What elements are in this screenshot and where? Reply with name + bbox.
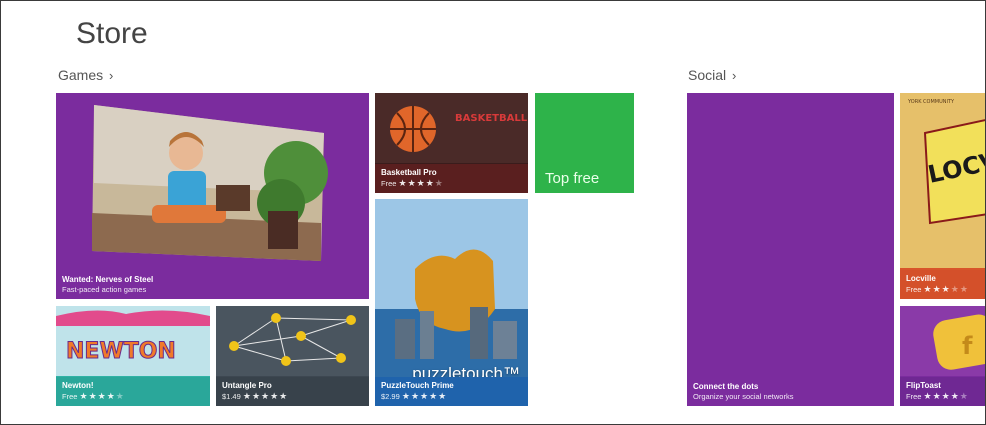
star-rating-icon: ★★★★★	[398, 178, 444, 188]
fliptoast-art-text: f	[962, 332, 973, 360]
tile-name: Newton!	[62, 381, 94, 390]
tile-puzzletouch-prime[interactable]: puzzletouch™ PuzzleTouch Prime $2.99 ★★★…	[375, 199, 528, 406]
tile-caption: Wanted: Nerves of Steel Fast-paced actio…	[56, 271, 369, 299]
tile-price-rating: Free ★★★★★	[906, 391, 984, 402]
star-rating-icon: ★★★★★	[923, 284, 969, 294]
newton-art-text: NEWTON	[66, 339, 176, 364]
tile-caption: PuzzleTouch Prime $2.99 ★★★★★	[375, 377, 528, 406]
group-header-games[interactable]: Games ›	[58, 67, 113, 83]
tile-top-free[interactable]: Top free	[535, 93, 634, 193]
tile-price: Free	[381, 179, 397, 188]
tile-untangle-pro[interactable]: Untangle Pro $1.49 ★★★★★	[216, 306, 369, 406]
basketball-art-text: BASKETBALL PRO	[455, 113, 528, 124]
tile-caption: FlipToast Free ★★★★★	[900, 377, 985, 406]
chevron-right-icon: ›	[109, 68, 114, 83]
tile-caption: Untangle Pro $1.49 ★★★★★	[216, 377, 369, 406]
group-label-social: Social	[688, 67, 727, 83]
tile-price: $1.49	[222, 392, 241, 401]
tile-wanted-nerves-of-steel[interactable]: Wanted: Nerves of Steel Fast-paced actio…	[56, 93, 369, 299]
tile-top-free-label: Top free	[545, 170, 600, 187]
tile-caption: Newton! Free ★★★★★	[56, 377, 210, 406]
tile-caption: Basketball Pro Free ★★★★★	[375, 164, 528, 193]
tile-price-rating: Free ★★★★★	[906, 284, 984, 295]
tile-caption: Connect the dots Organize your social ne…	[687, 378, 894, 406]
tile-name: Untangle Pro	[222, 381, 272, 390]
group-label-games: Games	[58, 67, 104, 83]
tile-newton[interactable]: NEWTON Newton! Free ★★★★★	[56, 306, 210, 406]
tile-price-rating: Free ★★★★★	[381, 178, 522, 189]
tile-connect-the-dots[interactable]: Connect the dots Organize your social ne…	[687, 93, 894, 406]
tile-name: Basketball Pro	[381, 168, 437, 177]
tile-name: Wanted: Nerves of Steel	[62, 275, 154, 284]
tile-price: Free	[906, 392, 922, 401]
tile-basketball-pro[interactable]: BASKETBALL PRO Basketball Pro Free ★★★★★	[375, 93, 528, 193]
tile-fliptoast[interactable]: f FlipToast Free ★★★★★	[900, 306, 985, 406]
star-rating-icon: ★★★★★	[401, 391, 448, 401]
page-title: Store	[76, 17, 148, 50]
tile-price: Free	[62, 392, 78, 401]
store-window: Store Games › Social › Wanted: Nerves of…	[0, 0, 986, 425]
tile-price-rating: Free ★★★★★	[62, 391, 204, 402]
tile-subtitle: Organize your social networks	[693, 392, 794, 401]
chevron-right-icon: ›	[732, 68, 737, 83]
tile-price: Free	[906, 285, 922, 294]
tile-name: Connect the dots	[693, 382, 759, 391]
tile-name: FlipToast	[906, 381, 941, 390]
tile-caption: Locville Free ★★★★★	[900, 270, 985, 299]
star-rating-icon: ★★★★★	[79, 391, 125, 401]
tile-name: Locville	[906, 274, 936, 283]
tile-locville[interactable]: YORK COMMUNITY LOCVILL Locville Free ★★★…	[900, 93, 985, 299]
tile-name: PuzzleTouch Prime	[381, 381, 454, 390]
locville-artwork: YORK COMMUNITY LOCVILL	[900, 93, 985, 268]
star-rating-icon: ★★★★★	[242, 391, 289, 401]
locville-art-top-text: YORK COMMUNITY	[907, 99, 955, 105]
group-header-social[interactable]: Social ›	[688, 67, 736, 83]
tile-price-rating: $1.49 ★★★★★	[222, 391, 363, 402]
tile-price-rating: $2.99 ★★★★★	[381, 391, 522, 402]
tile-price: $2.99	[381, 392, 400, 401]
star-rating-icon: ★★★★★	[923, 391, 969, 401]
tile-subtitle: Fast-paced action games	[62, 285, 147, 294]
nerves-artwork	[92, 105, 328, 261]
